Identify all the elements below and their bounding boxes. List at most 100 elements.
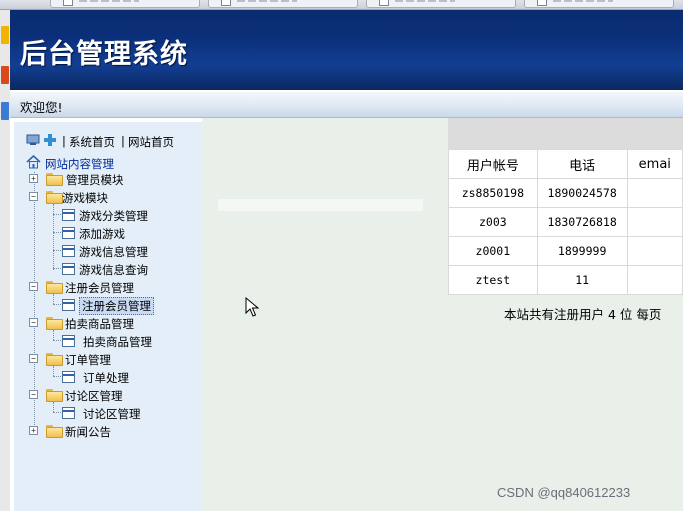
- collapse-icon[interactable]: −: [29, 192, 38, 201]
- browser-tab[interactable]: [208, 0, 358, 8]
- table-row: ztest 11: [448, 265, 683, 295]
- folder-open-icon: [46, 191, 63, 204]
- cell-account: z0001: [448, 236, 538, 266]
- page-icon: [62, 209, 75, 221]
- tree-item-label: 游戏分类管理: [79, 209, 148, 223]
- table-row: z003 1830726818: [448, 207, 683, 237]
- tree-group-label: 讨论区管理: [65, 389, 123, 403]
- tab-title-blurred: [553, 0, 613, 2]
- cell-email: [626, 236, 683, 266]
- collapse-icon[interactable]: −: [29, 390, 38, 399]
- app-header: 后台管理系统: [10, 10, 683, 90]
- page-icon: [62, 227, 75, 239]
- folder-open-icon: [46, 281, 63, 294]
- watermark-text: CSDN @qq840612233: [497, 485, 631, 500]
- tab-title-blurred: [237, 0, 297, 2]
- tree-item-label: 拍卖商品管理: [83, 335, 152, 349]
- collapse-icon[interactable]: −: [29, 282, 38, 291]
- column-header-phone: 电话: [536, 149, 628, 179]
- page-icon: [221, 0, 231, 6]
- welcome-text: 欢迎您!: [20, 100, 63, 115]
- page-icon: [62, 407, 75, 419]
- table-row: zs8850198 1890024578: [448, 178, 683, 208]
- page-icon: [63, 0, 73, 6]
- tree-line: [53, 250, 61, 251]
- tree-item-label: 讨论区管理: [83, 407, 141, 421]
- tree-line: [53, 412, 61, 413]
- tree-line: [53, 366, 54, 376]
- desktop-shortcut-icon[interactable]: [1, 66, 9, 84]
- tree-item-label-selected: 注册会员管理: [79, 297, 154, 315]
- collapse-icon[interactable]: −: [29, 318, 38, 327]
- folder-open-icon: [46, 389, 63, 402]
- tree-group-label: 新闻公告: [65, 425, 111, 439]
- folder-icon: [46, 425, 63, 438]
- cell-email: [626, 207, 683, 237]
- table-caption-bar: [448, 118, 683, 149]
- expand-icon[interactable]: +: [29, 426, 38, 435]
- tree-line: [53, 304, 61, 305]
- expand-icon[interactable]: +: [29, 174, 38, 183]
- column-header-email: emai: [626, 149, 683, 179]
- cell-email: [626, 265, 683, 295]
- tree-group-label: 管理员模块: [66, 173, 124, 187]
- faded-band: [218, 199, 423, 211]
- tab-title-blurred: [79, 0, 139, 2]
- collapse-icon[interactable]: −: [29, 354, 38, 363]
- screen: 后台管理系统 欢迎您! | 系统首页 | 网站首页 网站内容管理 + 管理员模块…: [0, 0, 683, 511]
- registered-users-summary: 本站共有注册用户 4 位 每页: [504, 307, 662, 322]
- browser-tab[interactable]: [50, 0, 200, 8]
- users-table: 用户帐号 电话 emai zs8850198 1890024578 z003 1…: [448, 149, 683, 295]
- tree-line: [53, 330, 54, 340]
- browser-tab[interactable]: [366, 0, 516, 8]
- table-header-row: 用户帐号 电话 emai: [448, 149, 683, 179]
- column-header-account: 用户帐号: [448, 149, 538, 179]
- home-icon: [26, 155, 41, 169]
- page-icon: [62, 245, 75, 257]
- page-icon: [62, 371, 75, 383]
- page-icon: [62, 335, 75, 347]
- tree-line: [53, 402, 54, 412]
- tree-item-label: 订单处理: [83, 371, 129, 385]
- main-content: 用户帐号 电话 emai zs8850198 1890024578 z003 1…: [202, 118, 683, 511]
- tree-line: [53, 232, 61, 233]
- tree-group-label: 注册会员管理: [65, 281, 134, 295]
- tree-group-label: 订单管理: [65, 353, 111, 367]
- tab-title-blurred: [395, 0, 455, 2]
- nav-tree: 网站内容管理 + 管理员模块 − 游戏模块 游戏分类管理 添加游戏 游戏信息管理…: [14, 122, 202, 511]
- page-icon: [62, 299, 75, 311]
- page-icon: [537, 0, 547, 6]
- folder-open-icon: [46, 317, 63, 330]
- cell-email: [626, 178, 683, 208]
- tree-root-label: 网站内容管理: [45, 157, 114, 171]
- tree-item-label: 游戏信息查询: [79, 263, 148, 277]
- welcome-bar: 欢迎您!: [10, 92, 683, 118]
- tree-group-label: 拍卖商品管理: [65, 317, 134, 331]
- sidebar: | 系统首页 | 网站首页 网站内容管理 + 管理员模块 − 游戏模块 游戏分类…: [14, 122, 202, 511]
- tree-line: [53, 268, 61, 269]
- cell-account: ztest: [448, 265, 538, 295]
- folder-icon: [46, 173, 63, 186]
- cell-phone: 11: [536, 265, 628, 295]
- desktop-edge: [0, 10, 10, 511]
- folder-open-icon: [46, 353, 63, 366]
- app-title: 后台管理系统: [20, 39, 188, 70]
- desktop-shortcut-icon[interactable]: [1, 26, 9, 44]
- cell-phone: 1890024578: [536, 178, 628, 208]
- tree-item-label: 添加游戏: [79, 227, 125, 241]
- page-icon: [62, 263, 75, 275]
- tree-line: [53, 214, 61, 215]
- table-row: z0001 1899999: [448, 236, 683, 266]
- tree-group-label: 游戏模块: [62, 191, 108, 205]
- cell-account: z003: [448, 207, 538, 237]
- tree-item-label: 游戏信息管理: [79, 245, 148, 259]
- cell-phone: 1899999: [536, 236, 628, 266]
- browser-tab-strip: [0, 0, 683, 10]
- cell-account: zs8850198: [448, 178, 538, 208]
- desktop-shortcut-icon[interactable]: [1, 102, 9, 120]
- browser-tab[interactable]: [524, 0, 674, 8]
- tree-line: [53, 376, 61, 377]
- tree-line: [53, 294, 54, 304]
- mouse-pointer-icon: [245, 297, 259, 317]
- page-icon: [379, 0, 389, 6]
